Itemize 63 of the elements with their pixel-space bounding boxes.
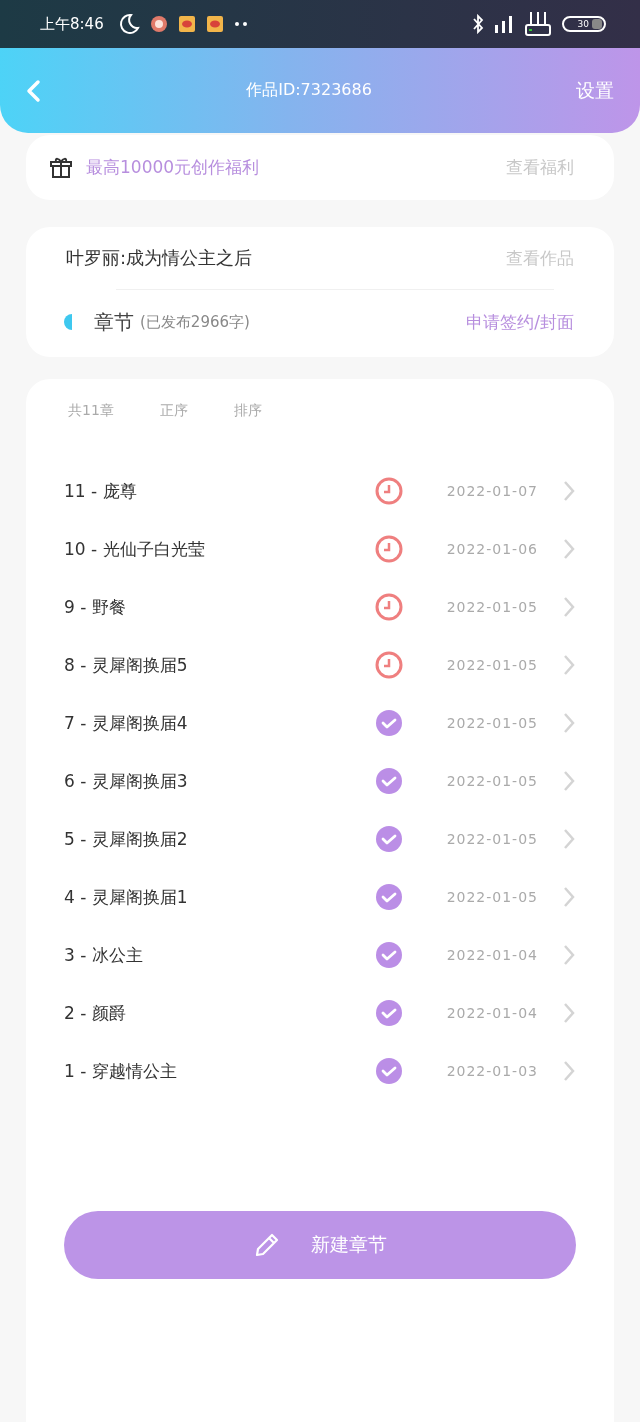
battery-icon: 30 — [562, 16, 606, 32]
chapter-date: 2022-01-05 — [446, 831, 538, 847]
work-title: 叶罗丽:成为情公主之后 — [66, 246, 253, 270]
chevron-right-icon — [562, 596, 576, 618]
chapter-item[interactable]: 4 - 灵犀阁换届1 2022-01-05 — [64, 868, 576, 926]
chapter-title: 3 - 冰公主 — [64, 943, 144, 967]
chapter-item[interactable]: 5 - 灵犀阁换届2 2022-01-05 — [64, 810, 576, 868]
chevron-right-icon — [562, 1002, 576, 1024]
chapter-date: 2022-01-05 — [446, 599, 538, 615]
status-time: 上午8:46 — [40, 14, 104, 34]
chapter-item[interactable]: 7 - 灵犀阁换届4 2022-01-05 — [64, 694, 576, 752]
chevron-right-icon — [562, 770, 576, 792]
bluetooth-icon — [472, 14, 484, 34]
chapter-date: 2022-01-04 — [446, 947, 538, 963]
chevron-right-icon — [562, 944, 576, 966]
signal-icon — [494, 15, 514, 33]
chapter-date: 2022-01-06 — [446, 541, 538, 557]
chevron-right-icon — [562, 538, 576, 560]
chapter-item[interactable]: 2 - 颜爵 2022-01-04 — [64, 984, 576, 1042]
app-notification-icon — [177, 15, 196, 33]
chapter-title: 9 - 野餐 — [64, 595, 127, 619]
chapter-date: 2022-01-05 — [446, 657, 538, 673]
chapter-date: 2022-01-05 — [446, 773, 538, 789]
chapter-title: 1 - 穿越情公主 — [64, 1059, 178, 1083]
chapter-title: 4 - 灵犀阁换届1 — [64, 885, 189, 909]
chapter-count: 共11章 — [68, 402, 114, 420]
chevron-right-icon — [562, 654, 576, 676]
pencil-icon — [253, 1231, 281, 1259]
chapter-title: 11 - 庞尊 — [64, 479, 138, 503]
chapter-date: 2022-01-05 — [446, 715, 538, 731]
chapter-date: 2022-01-07 — [446, 483, 538, 499]
chevron-right-icon — [562, 480, 576, 502]
gift-icon — [50, 156, 72, 179]
chapter-date: 2022-01-05 — [446, 889, 538, 905]
app-notification-icon — [149, 15, 168, 33]
app-notification-icon — [205, 15, 224, 33]
chapter-title: 5 - 灵犀阁换届2 — [64, 827, 189, 851]
chapter-item[interactable]: 8 - 灵犀阁换届5 2022-01-05 — [64, 636, 576, 694]
chevron-right-icon — [562, 828, 576, 850]
chapter-item[interactable]: 3 - 冰公主 2022-01-04 — [64, 926, 576, 984]
back-icon[interactable] — [26, 78, 42, 103]
chapter-date: 2022-01-03 — [446, 1063, 538, 1079]
chevron-right-icon — [562, 1060, 576, 1082]
chapter-title: 6 - 灵犀阁换届3 — [64, 769, 189, 793]
chapter-title: 8 - 灵犀阁换届5 — [64, 653, 189, 677]
chevron-right-icon — [562, 886, 576, 908]
router-icon — [524, 11, 552, 37]
chapter-item[interactable]: 9 - 野餐 2022-01-05 — [64, 578, 576, 636]
chapter-title: 7 - 灵犀阁换届4 — [64, 711, 189, 735]
chapter-title: 10 - 光仙子白光莹 — [64, 537, 206, 561]
page-title: 作品ID:7323686 — [245, 80, 373, 101]
published-count: (已发布2966字) — [140, 312, 250, 332]
moon-icon — [117, 13, 140, 35]
benefit-text: 最高10000元创作福利 — [86, 156, 260, 179]
chapter-item[interactable]: 1 - 穿越情公主 2022-01-03 — [64, 1042, 576, 1100]
chapter-date: 2022-01-04 — [446, 1005, 538, 1021]
chapters-label: 章节 — [94, 308, 134, 336]
chapter-item[interactable]: 6 - 灵犀阁换届3 2022-01-05 — [64, 752, 576, 810]
chevron-right-icon — [562, 712, 576, 734]
more-icon — [233, 21, 248, 27]
chapter-item[interactable]: 11 - 庞尊 2022-01-07 — [64, 462, 576, 520]
chapter-title: 2 - 颜爵 — [64, 1001, 127, 1025]
chapter-item[interactable]: 10 - 光仙子白光莹 2022-01-06 — [64, 520, 576, 578]
